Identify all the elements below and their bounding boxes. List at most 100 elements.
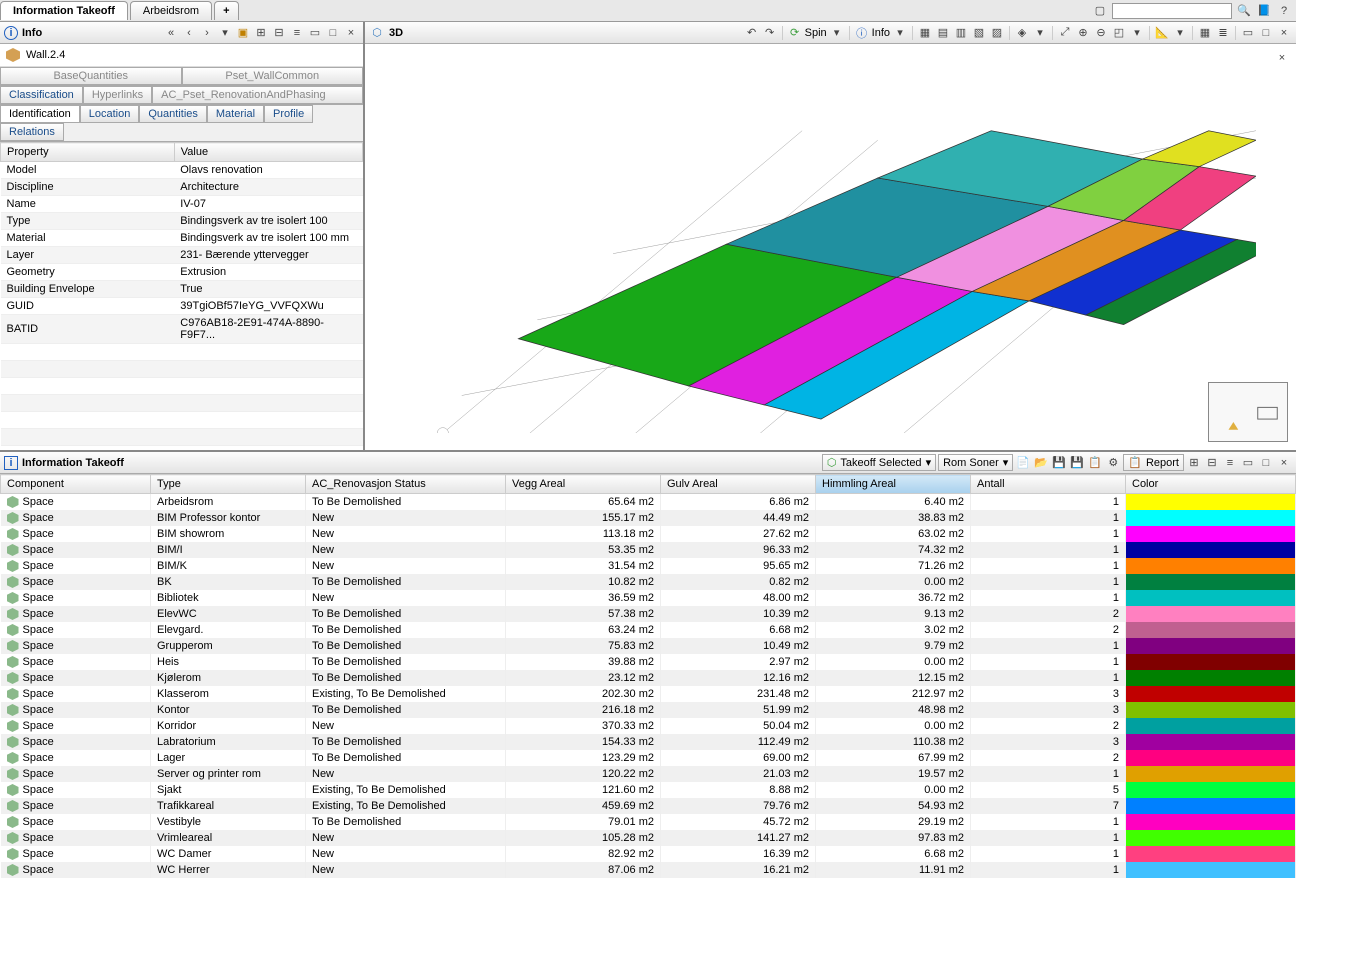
ptab-material[interactable]: Material — [207, 105, 264, 123]
settings-icon[interactable]: ⚙ — [1105, 455, 1121, 471]
tab-add[interactable]: + — [214, 1, 238, 20]
minimap-toggle-icon[interactable]: × — [1274, 50, 1290, 66]
ptab-wallcommon[interactable]: Pset_WallCommon — [182, 67, 364, 85]
chevron-down-icon[interactable]: ▾ — [1129, 25, 1145, 41]
property-row[interactable]: DisciplineArchitecture — [1, 179, 363, 196]
col-type[interactable]: Type — [151, 475, 306, 494]
undo-icon[interactable]: ↶ — [744, 25, 760, 41]
table-row[interactable]: Space Kontor To Be Demolished 216.18 m2 … — [1, 702, 1296, 718]
table-row[interactable]: Space BIM Professor kontor New 155.17 m2… — [1, 510, 1296, 526]
table-row[interactable]: Space BIM showrom New 113.18 m2 27.62 m2… — [1, 526, 1296, 542]
col-color[interactable]: Color — [1126, 475, 1296, 494]
zoom-out-icon[interactable]: ⊖ — [1093, 25, 1109, 41]
table-row[interactable]: Space BIM/K New 31.54 m2 95.65 m2 71.26 … — [1, 558, 1296, 574]
table-row[interactable]: Space Arbeidsrom To Be Demolished 65.64 … — [1, 494, 1296, 511]
spin-label[interactable]: Spin — [805, 27, 827, 39]
help-icon[interactable]: ? — [1276, 3, 1292, 19]
info-label[interactable]: Info — [872, 27, 890, 39]
window-icon[interactable]: ▢ — [1092, 3, 1108, 19]
maximize-icon[interactable]: □ — [1258, 25, 1274, 41]
table-row[interactable]: Space Vrimleareal New 105.28 m2 141.27 m… — [1, 830, 1296, 846]
tab-information-takeoff[interactable]: Information Takeoff — [0, 1, 128, 20]
grid-icon[interactable]: ▦ — [1197, 25, 1213, 41]
nav-next-icon[interactable]: › — [199, 25, 215, 41]
list-icon[interactable]: ≡ — [1222, 455, 1238, 471]
table-row[interactable]: Space Server og printer rom New 120.22 m… — [1, 766, 1296, 782]
property-row[interactable]: NameIV-07 — [1, 196, 363, 213]
table-row[interactable]: Space Labratorium To Be Demolished 154.3… — [1, 734, 1296, 750]
ptab-hyperlinks[interactable]: Hyperlinks — [83, 86, 152, 104]
redo-icon[interactable]: ↷ — [762, 25, 778, 41]
viewer-canvas[interactable]: × — [365, 44, 1296, 450]
new-icon[interactable]: 📄 — [1015, 455, 1031, 471]
report-dropdown[interactable]: 📋 Report — [1123, 454, 1184, 471]
nav-prev-icon[interactable]: ‹ — [181, 25, 197, 41]
info-mode-icon[interactable]: ⓘ — [854, 25, 870, 41]
dock-icon[interactable]: ▭ — [1240, 25, 1256, 41]
expand-icon[interactable]: ⊞ — [1186, 455, 1202, 471]
find-icon[interactable]: 🔍 — [1236, 3, 1252, 19]
3d-model[interactable] — [405, 74, 1256, 433]
close-icon[interactable]: × — [1276, 25, 1292, 41]
stack-icon[interactable]: ≣ — [1215, 25, 1231, 41]
zoom-fit-icon[interactable]: ⤢ — [1057, 25, 1073, 41]
col-antall[interactable]: Antall — [971, 475, 1126, 494]
zoom-rect-icon[interactable]: ◰ — [1111, 25, 1127, 41]
property-row[interactable]: GUID39TgiOBf57IeYG_VVFQXWu — [1, 298, 363, 315]
ptab-location[interactable]: Location — [80, 105, 140, 123]
table-row[interactable]: Space BIM/I New 53.35 m2 96.33 m2 74.32 … — [1, 542, 1296, 558]
select-none-icon[interactable]: ⊟ — [271, 25, 287, 41]
table-row[interactable]: Space Klasserom Existing, To Be Demolish… — [1, 686, 1296, 702]
maximize-icon[interactable]: □ — [1258, 455, 1274, 471]
save-icon[interactable]: 💾 — [1051, 455, 1067, 471]
ptab-identification[interactable]: Identification — [0, 105, 80, 123]
col-value[interactable]: Value — [174, 143, 362, 162]
col-vegg-areal[interactable]: Vegg Areal — [506, 475, 661, 494]
ptab-classification[interactable]: Classification — [0, 86, 83, 104]
property-row[interactable]: ModelOlavs renovation — [1, 162, 363, 179]
table-row[interactable]: Space Grupperom To Be Demolished 75.83 m… — [1, 638, 1296, 654]
visibility-icon[interactable]: ▦ — [917, 25, 933, 41]
table-row[interactable]: Space Bibliotek New 36.59 m2 48.00 m2 36… — [1, 590, 1296, 606]
dock-icon[interactable]: ▭ — [307, 25, 323, 41]
dropdown-icon[interactable]: ▾ — [217, 25, 233, 41]
chevron-down-icon[interactable]: ▾ — [1172, 25, 1188, 41]
view3-icon[interactable]: ▨ — [989, 25, 1005, 41]
table-row[interactable]: Space WC Herrer New 87.06 m2 16.21 m2 11… — [1, 862, 1296, 878]
table-row[interactable]: Space Lager To Be Demolished 123.29 m2 6… — [1, 750, 1296, 766]
view2-icon[interactable]: ▧ — [971, 25, 987, 41]
book-icon[interactable]: 📘 — [1256, 3, 1272, 19]
table-row[interactable]: Space Trafikkareal Existing, To Be Demol… — [1, 798, 1296, 814]
maximize-icon[interactable]: □ — [325, 25, 341, 41]
property-row[interactable]: Layer231- Bærende yttervegger — [1, 247, 363, 264]
table-row[interactable]: Space Sjakt Existing, To Be Demolished 1… — [1, 782, 1296, 798]
ptab-profile[interactable]: Profile — [264, 105, 313, 123]
chevron-down-icon[interactable]: ▾ — [1032, 25, 1048, 41]
chevron-down-icon[interactable]: ▾ — [892, 25, 908, 41]
zoom-in-icon[interactable]: ⊕ — [1075, 25, 1091, 41]
col-property[interactable]: Property — [1, 143, 175, 162]
table-row[interactable]: Space Vestibyle To Be Demolished 79.01 m… — [1, 814, 1296, 830]
measure-icon[interactable]: 📐 — [1154, 25, 1170, 41]
layers-icon[interactable]: ▤ — [935, 25, 951, 41]
close-icon[interactable]: × — [343, 25, 359, 41]
property-row[interactable]: Building EnvelopeTrue — [1, 281, 363, 298]
table-row[interactable]: Space Korridor New 370.33 m2 50.04 m2 0.… — [1, 718, 1296, 734]
spin-icon[interactable]: ⟳ — [787, 25, 803, 41]
open-icon[interactable]: 📂 — [1033, 455, 1049, 471]
table-row[interactable]: Space Heis To Be Demolished 39.88 m2 2.9… — [1, 654, 1296, 670]
takeoff-selected-dropdown[interactable]: ⬡ Takeoff Selected ▾ — [822, 454, 936, 471]
search-input[interactable] — [1112, 3, 1232, 19]
col-gulv-areal[interactable]: Gulv Areal — [661, 475, 816, 494]
save-as-icon[interactable]: 💾 — [1069, 455, 1085, 471]
property-row[interactable]: BATIDC976AB18-2E91-474A-8890-F9F7... — [1, 315, 363, 344]
property-row[interactable]: TypeBindingsverk av tre isolert 100 — [1, 213, 363, 230]
ptab-renovation[interactable]: AC_Pset_RenovationAndPhasing — [152, 86, 363, 104]
col-himmling-areal[interactable]: Himmling Areal — [816, 475, 971, 494]
property-row[interactable]: GeometryExtrusion — [1, 264, 363, 281]
collapse-icon[interactable]: ⊟ — [1204, 455, 1220, 471]
select-all-icon[interactable]: ⊞ — [253, 25, 269, 41]
close-icon[interactable]: × — [1276, 455, 1292, 471]
chevron-down-icon[interactable]: ▾ — [829, 25, 845, 41]
dock-icon[interactable]: ▭ — [1240, 455, 1256, 471]
